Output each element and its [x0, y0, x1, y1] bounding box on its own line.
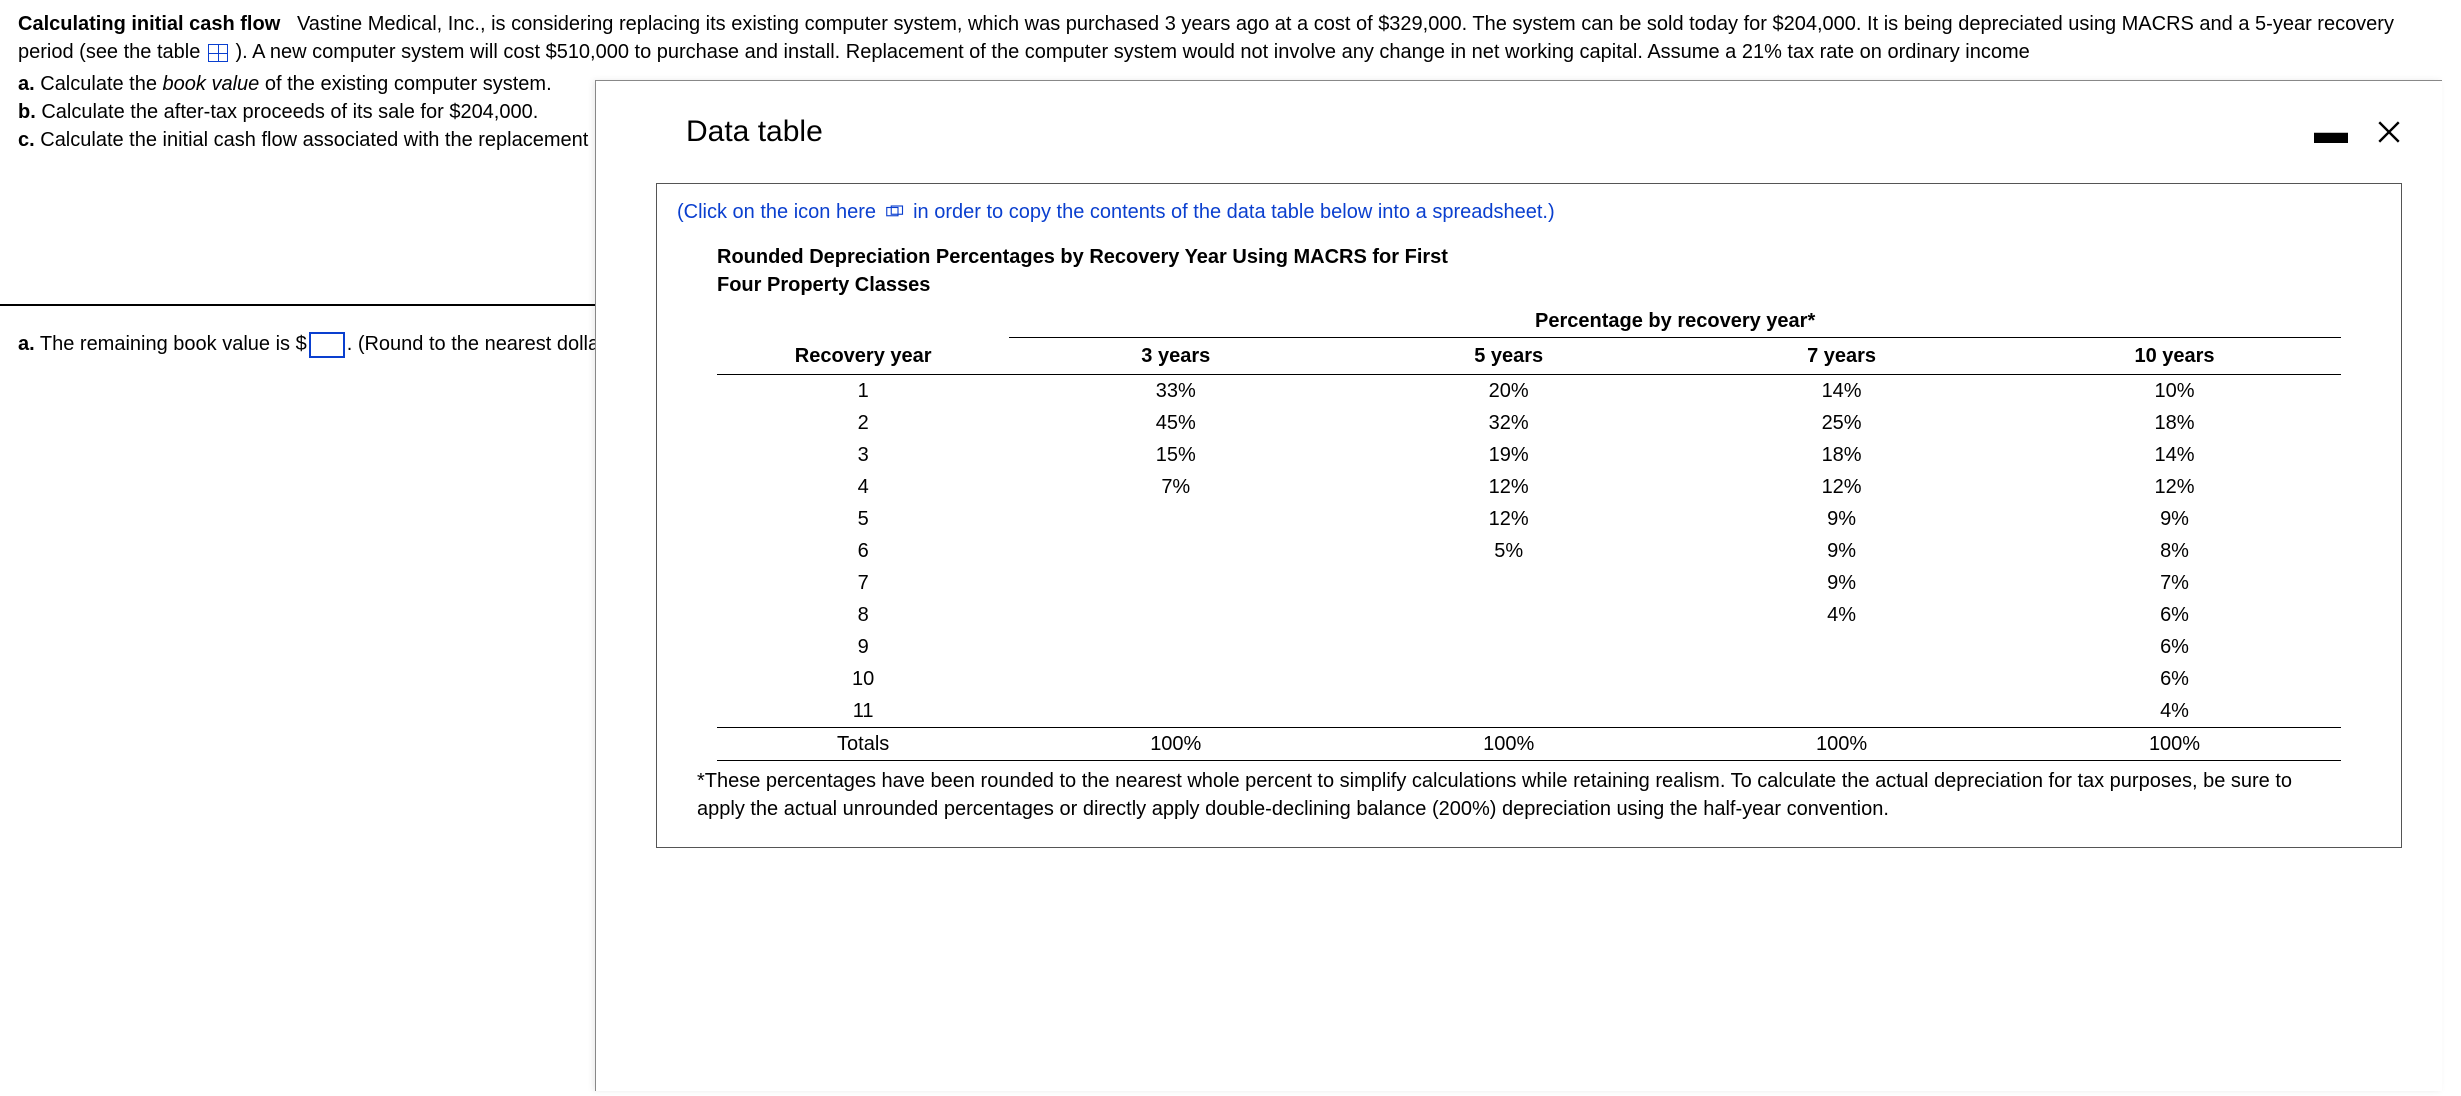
macrs-table: Recovery year 3 years 5 years 7 years 10… — [717, 338, 2341, 761]
table-cell — [1342, 695, 1675, 728]
table-cell — [1342, 599, 1675, 631]
table-cell — [1009, 695, 1342, 728]
table-cell: 8 — [717, 599, 1009, 631]
table-cell: 8% — [2008, 535, 2341, 567]
table-row: 9 6% — [717, 631, 2341, 663]
table-cell: 14% — [1675, 374, 2008, 407]
table-cell: 18% — [1675, 439, 2008, 471]
table-caption: Rounded Depreciation Percentages by Reco… — [717, 243, 1477, 299]
table-cell: 7% — [2008, 567, 2341, 599]
modal-header: Data table ▬ — [596, 81, 2442, 173]
table-cell — [1675, 695, 2008, 728]
answer-label: a. — [18, 333, 35, 355]
table-cell: 18% — [2008, 407, 2341, 439]
table-cell — [1009, 567, 1342, 599]
modal-title: Data table — [686, 111, 823, 153]
table-cell: 10% — [2008, 374, 2341, 407]
problem-body-2: ). A new computer system will cost $510,… — [235, 41, 2029, 63]
table-cell: 10 — [717, 663, 1009, 695]
table-cell: 14% — [2008, 439, 2341, 471]
table-cell: 6% — [2008, 663, 2341, 695]
table-cell — [1009, 535, 1342, 567]
table-row: 10 6% — [717, 663, 2341, 695]
table-cell: 7% — [1009, 471, 1342, 503]
table-cell: 11 — [717, 695, 1009, 728]
table-cell: 12% — [1342, 503, 1675, 535]
table-cell: 5% — [1342, 535, 1675, 567]
copy-hint: (Click on the icon here in order to copy… — [677, 198, 2381, 227]
table-cell: 6% — [2008, 631, 2341, 663]
table-cell: 9% — [1675, 567, 2008, 599]
table-cell: 2 — [717, 407, 1009, 439]
table-footnote: *These percentages have been rounded to … — [697, 767, 2341, 823]
table-super-header: Percentage by recovery year* — [1009, 307, 2341, 338]
table-cell: 9% — [1675, 503, 2008, 535]
table-cell: 1 — [717, 374, 1009, 407]
table-cell: 5 — [717, 503, 1009, 535]
modal-body: (Click on the icon here in order to copy… — [656, 183, 2402, 848]
table-cell — [1009, 631, 1342, 663]
problem-title: Calculating initial cash flow — [18, 13, 280, 35]
col-header: 3 years — [1009, 338, 1342, 375]
table-cell: 12% — [2008, 471, 2341, 503]
table-cell — [1675, 663, 2008, 695]
col-header: 5 years — [1342, 338, 1675, 375]
round-note: . (Round to the nearest dollar.) — [347, 333, 617, 355]
table-cell: 6% — [2008, 599, 2341, 631]
table-row: 6 5%9%8% — [717, 535, 2341, 567]
macrs-table-wrap: Percentage by recovery year* Recovery ye… — [717, 301, 2341, 761]
table-cell: 9 — [717, 631, 1009, 663]
table-cell — [1009, 599, 1342, 631]
table-totals-row: Totals 100% 100% 100% 100% — [717, 727, 2341, 760]
table-row: 47%12%12%12% — [717, 471, 2341, 503]
table-cell: 33% — [1009, 374, 1342, 407]
table-row: 11 4% — [717, 695, 2341, 728]
table-row: 8 4%6% — [717, 599, 2341, 631]
col-header: 10 years — [2008, 338, 2341, 375]
col-header: Recovery year — [717, 338, 1009, 375]
table-cell: 6 — [717, 535, 1009, 567]
col-header: 7 years — [1675, 338, 2008, 375]
table-cell: 20% — [1342, 374, 1675, 407]
table-cell — [1009, 663, 1342, 695]
table-cell — [1009, 503, 1342, 535]
data-table-modal: Data table ▬ (Click on the icon here in … — [595, 80, 2442, 1091]
table-cell: 15% — [1009, 439, 1342, 471]
close-icon[interactable] — [2376, 119, 2402, 145]
table-cell: 9% — [2008, 503, 2341, 535]
table-cell — [1675, 631, 2008, 663]
table-link-icon[interactable] — [208, 44, 228, 62]
table-cell — [1342, 567, 1675, 599]
table-row: 315%19%18%14% — [717, 439, 2341, 471]
table-cell — [1342, 631, 1675, 663]
table-cell: 4% — [2008, 695, 2341, 728]
table-cell: 32% — [1342, 407, 1675, 439]
table-row: 245%32%25%18% — [717, 407, 2341, 439]
table-cell: 45% — [1009, 407, 1342, 439]
table-cell: 9% — [1675, 535, 2008, 567]
table-cell: 4 — [717, 471, 1009, 503]
answer-text: The remaining book value is $ — [35, 333, 307, 355]
table-cell: 12% — [1342, 471, 1675, 503]
table-row: 7 9%7% — [717, 567, 2341, 599]
copy-to-spreadsheet-icon[interactable] — [886, 199, 904, 227]
table-cell: 7 — [717, 567, 1009, 599]
table-row: 133%20%14%10% — [717, 374, 2341, 407]
table-row: 512%9%9% — [717, 503, 2341, 535]
table-cell: 19% — [1342, 439, 1675, 471]
table-cell: 12% — [1675, 471, 2008, 503]
table-header-row: Recovery year 3 years 5 years 7 years 10… — [717, 338, 2341, 375]
book-value-input[interactable] — [309, 332, 345, 358]
table-cell: 3 — [717, 439, 1009, 471]
table-cell: 4% — [1675, 599, 2008, 631]
table-cell: 25% — [1675, 407, 2008, 439]
table-cell — [1342, 663, 1675, 695]
